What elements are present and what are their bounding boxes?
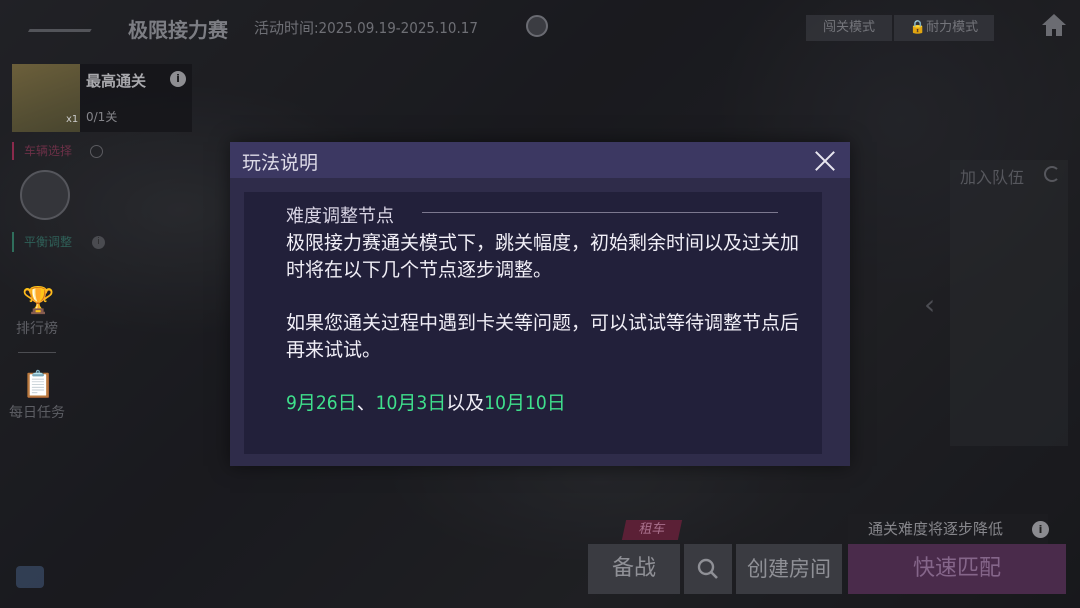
- trophy-icon: 🏆: [22, 286, 55, 316]
- settings-icon[interactable]: [90, 145, 103, 158]
- chevron-left-icon[interactable]: ‹: [924, 288, 935, 321]
- vehicle-select-tag[interactable]: 车辆选择: [12, 142, 98, 160]
- event-title: 极限接力赛: [128, 18, 228, 42]
- info-icon[interactable]: i: [1032, 521, 1049, 538]
- rules-paragraph-1: 极限接力赛通关模式下，跳关幅度，初始剩余时间以及过关加时将在以下几个节点逐步调整…: [286, 232, 800, 281]
- date-2: 10月3日: [375, 392, 447, 414]
- mode-challenge-tab[interactable]: 闯关模式: [806, 15, 892, 41]
- event-time: 活动时间:2025.09.19-2025.10.17: [254, 19, 478, 37]
- daily-task-label: 每日任务: [9, 405, 65, 421]
- date-1: 9月26日: [286, 392, 357, 414]
- info-icon[interactable]: i: [170, 71, 186, 87]
- date-separator-2: 以及: [446, 392, 485, 414]
- notepad-icon: 📋: [22, 370, 55, 400]
- leaderboard-nav[interactable]: 🏆 排行榜: [6, 286, 68, 338]
- search-icon: [697, 558, 718, 579]
- refresh-icon[interactable]: [1044, 166, 1060, 182]
- best-record-card[interactable]: x1 最高通关 i 0/1关: [12, 64, 192, 132]
- prepare-button[interactable]: 备战: [588, 544, 680, 594]
- chat-icon[interactable]: [16, 566, 44, 588]
- rent-car-tag: 租车: [621, 520, 683, 540]
- rules-dialog: 玩法说明 难度调整节点 极限接力赛通关模式下，跳关幅度，初始剩余时间以及过关加时…: [230, 142, 850, 466]
- leaderboard-label: 排行榜: [16, 321, 58, 337]
- lock-icon: 🔒: [909, 20, 927, 35]
- mode-endurance-tab[interactable]: 🔒耐力模式: [894, 15, 994, 41]
- dialog-body[interactable]: 难度调整节点 极限接力赛通关模式下，跳关幅度，初始剩余时间以及过关加时将在以下几…: [244, 192, 822, 454]
- home-icon[interactable]: [1040, 12, 1068, 38]
- team-icon[interactable]: [526, 15, 548, 37]
- close-icon[interactable]: [810, 146, 840, 176]
- best-record-label: 最高通关: [86, 72, 147, 90]
- join-team-panel[interactable]: 加入队伍: [950, 160, 1068, 446]
- balance-adjust-tag[interactable]: 平衡调整: [12, 232, 92, 252]
- quick-match-button[interactable]: 快速匹配: [848, 544, 1066, 594]
- date-separator-1: 、: [356, 392, 376, 414]
- mode-endurance-label: 耐力模式: [926, 20, 979, 35]
- adjustment-dates: 9月26日、10月3日以及10月10日: [286, 388, 566, 415]
- dialog-header: 玩法说明: [230, 142, 850, 178]
- rules-paragraph-2: 如果您通关过程中遇到卡关等问题，可以试试等待调整节点后再来试试。: [286, 312, 800, 361]
- join-team-label: 加入队伍: [960, 168, 1025, 187]
- emblem-icon[interactable]: [20, 170, 70, 220]
- back-button[interactable]: [27, 18, 99, 32]
- search-button[interactable]: [684, 544, 732, 594]
- daily-task-nav[interactable]: 📋 每日任务: [6, 370, 68, 422]
- best-record-progress: 0/1关: [86, 110, 118, 124]
- reward-count: x1: [66, 114, 79, 125]
- difficulty-hint: 通关难度将逐步降低: [848, 514, 1048, 544]
- info-icon[interactable]: i: [92, 236, 105, 249]
- date-3: 10月10日: [484, 392, 566, 414]
- section-title: 难度调整节点: [286, 206, 394, 227]
- create-room-button[interactable]: 创建房间: [736, 544, 842, 594]
- top-bar: 极限接力赛 活动时间:2025.09.19-2025.10.17 闯关模式 🔒耐…: [0, 0, 1080, 52]
- divider: [18, 352, 56, 353]
- dialog-title: 玩法说明: [242, 152, 319, 174]
- section-divider: [422, 212, 778, 213]
